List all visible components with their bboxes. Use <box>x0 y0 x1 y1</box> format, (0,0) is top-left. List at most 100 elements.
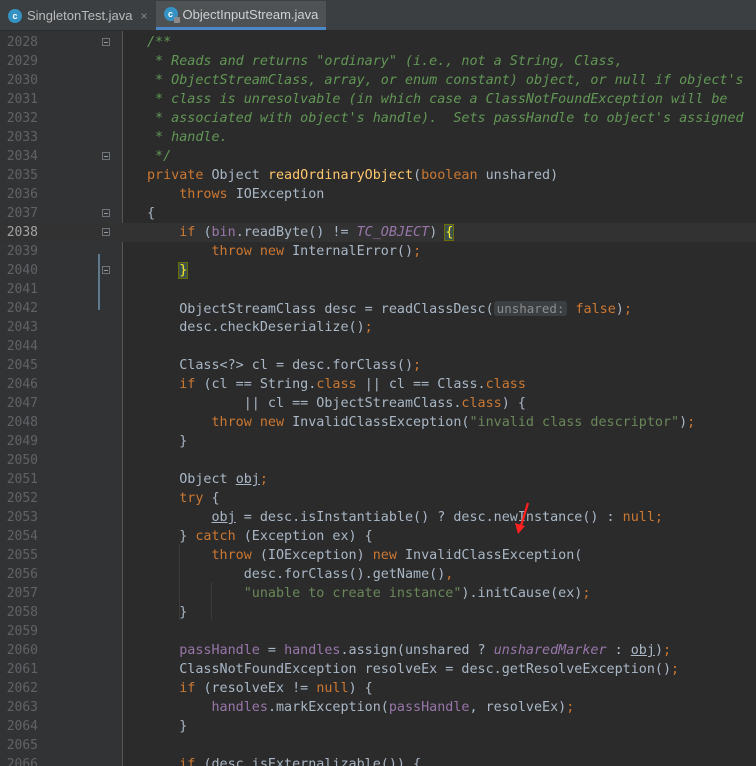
code-text: } <box>147 603 187 622</box>
code-text: * class is unresolvable (in which case a… <box>147 90 727 109</box>
code-line[interactable]: 2030 * ObjectStreamClass, array, or enum… <box>0 71 756 90</box>
code-line[interactable]: 2058 } <box>0 603 756 622</box>
code-text: handles.markException(passHandle, resolv… <box>147 698 575 717</box>
code-token: ObjectStreamClass desc = readClassDesc( <box>147 302 494 317</box>
code-text: throws IOException <box>147 185 324 204</box>
fold-toggle-icon[interactable] <box>102 228 110 236</box>
code-line[interactable]: 2044 <box>0 337 756 356</box>
line-number: 2062 <box>6 681 38 696</box>
code-line[interactable]: 2065 <box>0 736 756 755</box>
tab-objectinputstream-java[interactable]: c ObjectInputStream.java <box>155 1 327 30</box>
fold-toggle-icon[interactable] <box>102 266 110 274</box>
code-token: passHandle <box>179 643 260 658</box>
line-number: 2030 <box>6 73 38 88</box>
code-token: ( <box>203 225 212 240</box>
code-token: (cl == String. <box>203 377 317 392</box>
line-number: 2066 <box>6 757 38 766</box>
code-token: class <box>461 396 502 411</box>
code-line[interactable]: 2038 if (bin.readByte() != TC_OBJECT) { <box>0 223 756 242</box>
code-token: handles <box>284 643 341 658</box>
code-line[interactable]: 2059 <box>0 622 756 641</box>
code-line[interactable]: 2037 { <box>0 204 756 223</box>
code-token: , <box>445 567 454 582</box>
code-token: } <box>147 434 188 449</box>
code-token: boolean <box>421 168 486 183</box>
code-line[interactable]: 2049 } <box>0 432 756 451</box>
line-number: 2039 <box>6 244 38 259</box>
code-token: */ <box>147 149 172 164</box>
code-line[interactable]: 2033 * handle. <box>0 128 756 147</box>
code-text: * ObjectStreamClass, array, or enum cons… <box>147 71 744 90</box>
code-line[interactable]: 2060 passHandle = handles.assign(unshare… <box>0 641 756 660</box>
code-line[interactable]: 2057 "unable to create instance").initCa… <box>0 584 756 603</box>
code-line[interactable]: 2056 desc.forClass().getName(), <box>0 565 756 584</box>
line-number: 2028 <box>6 35 38 50</box>
code-text: } <box>147 717 187 736</box>
code-token: null <box>622 510 655 525</box>
code-token: { <box>147 206 156 221</box>
code-line[interactable]: 2041 <box>0 280 756 299</box>
code-line[interactable]: 2032 * associated with object's handle).… <box>0 109 756 128</box>
code-text: ObjectStreamClass desc = readClassDesc(u… <box>147 299 632 319</box>
close-icon[interactable]: × <box>141 9 148 23</box>
code-text: throw new InternalError(); <box>147 242 422 261</box>
code-line[interactable]: 2045 Class<?> cl = desc.forClass(); <box>0 356 756 375</box>
code-line[interactable]: 2055 throw (IOException) new InvalidClas… <box>0 546 756 565</box>
code-line[interactable]: 2053 obj = desc.isInstantiable() ? desc.… <box>0 508 756 527</box>
code-line[interactable]: 2063 handles.markException(passHandle, r… <box>0 698 756 717</box>
code-token: obj <box>235 472 260 487</box>
fold-toggle-icon[interactable] <box>102 38 110 46</box>
code-token: ; <box>623 302 632 317</box>
code-line[interactable]: 2066 if (desc.isExternalizable()) { <box>0 755 756 766</box>
code-line[interactable]: 2029 * Reads and returns "ordinary" (i.e… <box>0 52 756 71</box>
code-token: if <box>179 681 204 696</box>
code-token: ) <box>429 225 446 240</box>
code-token: ClassNotFoundException resolveEx = desc.… <box>147 662 672 677</box>
code-token: (IOException) <box>259 548 373 563</box>
code-line[interactable]: 2031 * class is unresolvable (in which c… <box>0 90 756 109</box>
code-token: ) { <box>501 396 526 411</box>
code-token: { <box>444 224 455 241</box>
code-token: class <box>485 377 526 392</box>
code-line[interactable]: 2051 Object obj; <box>0 470 756 489</box>
code-token: } <box>178 262 189 279</box>
code-line[interactable]: 2062 if (resolveEx != null) { <box>0 679 756 698</box>
code-text: Class<?> cl = desc.forClass(); <box>147 356 421 375</box>
fold-toggle-icon[interactable] <box>102 152 110 160</box>
code-token: (Exception ex) { <box>243 529 373 544</box>
code-line[interactable]: 2054 } catch (Exception ex) { <box>0 527 756 546</box>
code-token: = desc.isInstantiable() ? desc.newInstan… <box>235 510 623 525</box>
code-line[interactable]: 2047 || cl == ObjectStreamClass.class) { <box>0 394 756 413</box>
line-number: 2052 <box>6 491 38 506</box>
code-text: * handle. <box>147 128 228 147</box>
code-line[interactable]: 2036 throws IOException <box>0 185 756 204</box>
code-line[interactable]: 2061 ClassNotFoundException resolveEx = … <box>0 660 756 679</box>
code-line[interactable]: 2050 <box>0 451 756 470</box>
code-token: new <box>372 548 405 563</box>
code-token: "invalid class descriptor" <box>469 415 680 430</box>
code-token: /** <box>147 35 172 50</box>
code-editor[interactable]: 2028 /** 2029 * Reads and returns "ordinar… <box>0 31 756 766</box>
code-line[interactable]: 2043 desc.checkDeserialize(); <box>0 318 756 337</box>
code-line[interactable]: 2042 ObjectStreamClass desc = readClassD… <box>0 299 756 318</box>
code-text: ClassNotFoundException resolveEx = desc.… <box>147 660 679 679</box>
line-number: 2037 <box>6 206 38 221</box>
code-line[interactable]: 2040 } <box>0 261 756 280</box>
code-line[interactable]: 2034 */ <box>0 147 756 166</box>
code-line[interactable]: 2046 if (cl == String.class || cl == Cla… <box>0 375 756 394</box>
code-line[interactable]: 2035 private Object readOrdinaryObject(bo… <box>0 166 756 185</box>
fold-toggle-icon[interactable] <box>102 209 110 217</box>
code-line[interactable]: 2028 /** <box>0 33 756 52</box>
code-line[interactable]: 2039 throw new InternalError(); <box>0 242 756 261</box>
line-number: 2038 <box>6 225 38 240</box>
tab-singletontest-java[interactable]: c SingletonTest.java × <box>0 1 156 30</box>
code-line[interactable]: 2048 throw new InvalidClassException("in… <box>0 413 756 432</box>
red-arrow-annotation <box>515 502 530 534</box>
code-text: private Object readOrdinaryObject(boolea… <box>147 166 558 185</box>
code-line[interactable]: 2064 } <box>0 717 756 736</box>
code-text: throw new InvalidClassException("invalid… <box>147 413 696 432</box>
code-line[interactable]: 2052 try { <box>0 489 756 508</box>
